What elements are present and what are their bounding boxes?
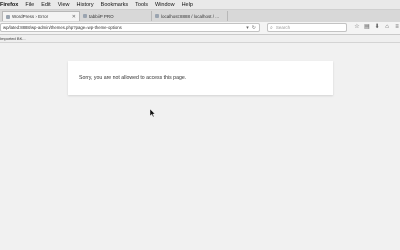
tab-title: WordPress › Error <box>12 14 49 19</box>
menu-history[interactable]: History <box>77 2 94 8</box>
menu-window[interactable]: Window <box>155 2 175 8</box>
bookmarks-bar: Imported BK... <box>0 35 400 43</box>
tab-favicon-icon <box>6 14 10 19</box>
error-message-box: Sorry, you are not allowed to access thi… <box>68 61 333 95</box>
bookmark-imported[interactable]: Imported BK... <box>0 36 26 41</box>
tab-wordpress-error[interactable]: WordPress › Error ✕ <box>2 11 80 21</box>
reader-icon[interactable]: ▤ <box>362 23 372 32</box>
home-icon[interactable]: ⌂ <box>382 23 392 32</box>
reload-icon[interactable]: ↻ <box>252 25 256 31</box>
mouse-cursor-icon <box>150 109 156 117</box>
tab-favicon-icon <box>155 14 159 18</box>
menu-view[interactable]: View <box>58 2 70 8</box>
menu-edit[interactable]: Edit <box>41 2 50 8</box>
tab-title: localhost:8888 / localhost / ... <box>161 13 220 19</box>
menu-bookmarks[interactable]: Bookmarks <box>101 2 129 8</box>
menu-tools[interactable]: Tools <box>135 2 148 8</box>
tab-close-icon[interactable]: ✕ <box>72 14 76 20</box>
menu-file[interactable]: File <box>25 2 34 8</box>
tab-favicon-icon <box>83 14 87 18</box>
dropdown-icon[interactable]: ▾ <box>246 25 249 31</box>
search-placeholder: Search <box>275 25 291 30</box>
toolbar-icons: ☆ ▤ ⬇ ⌂ ≡ <box>352 23 400 32</box>
bookmark-star-icon[interactable]: ☆ <box>352 23 362 32</box>
search-icon: ⌕ <box>270 24 273 31</box>
search-input[interactable]: ⌕ Search <box>267 23 347 32</box>
navigation-bar: wp/​lated:8888/wp-admin/themes.php?page=… <box>0 22 400 35</box>
tab-localhost[interactable]: localhost:8888 / localhost / ... <box>152 11 228 21</box>
url-text: wp/​lated:8888/wp-admin/themes.php?page=… <box>3 25 122 30</box>
url-bar[interactable]: wp/​lated:8888/wp-admin/themes.php?page=… <box>0 23 260 32</box>
tab-tabbiip[interactable]: tabbiiP PRO <box>80 11 152 21</box>
tab-title: tabbiiP PRO <box>89 13 114 19</box>
menu-icon[interactable]: ≡ <box>392 23 400 32</box>
download-icon[interactable]: ⬇ <box>372 23 382 32</box>
menu-app-name[interactable]: Firefox <box>0 2 18 8</box>
menu-help[interactable]: Help <box>182 2 193 8</box>
menu-bar: Firefox File Edit View History Bookmarks… <box>0 0 400 10</box>
error-message: Sorry, you are not allowed to access thi… <box>79 75 187 81</box>
